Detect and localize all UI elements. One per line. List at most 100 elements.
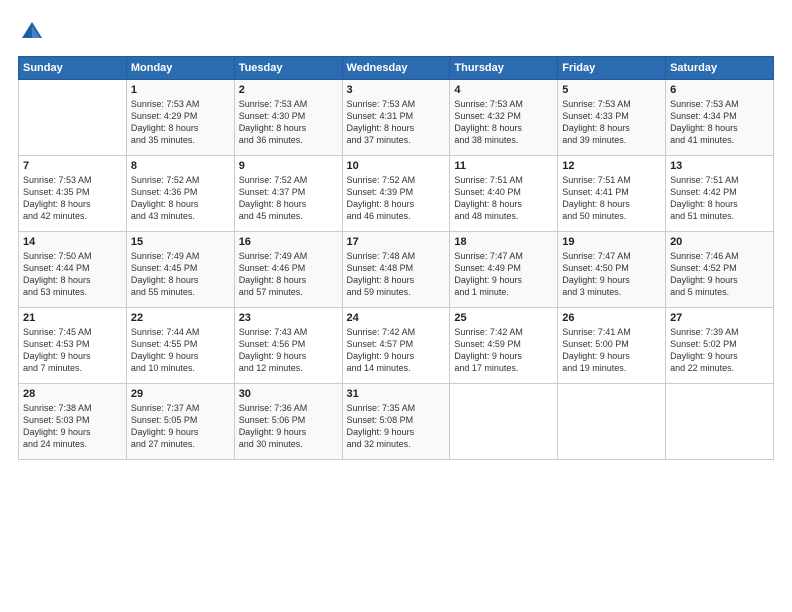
cell-details: Sunrise: 7:49 AM Sunset: 4:46 PM Dayligh… xyxy=(239,250,338,299)
cell-details: Sunrise: 7:52 AM Sunset: 4:36 PM Dayligh… xyxy=(131,174,230,223)
date-number: 24 xyxy=(347,312,446,324)
date-number: 26 xyxy=(562,312,661,324)
calendar-week-5: 28Sunrise: 7:38 AM Sunset: 5:03 PM Dayli… xyxy=(19,384,774,460)
cell-details: Sunrise: 7:42 AM Sunset: 4:57 PM Dayligh… xyxy=(347,326,446,375)
calendar-cell xyxy=(19,80,127,156)
cell-details: Sunrise: 7:38 AM Sunset: 5:03 PM Dayligh… xyxy=(23,402,122,451)
calendar-cell: 21 Sunrise: 7:45 AM Sunset: 4:53 PM Dayli… xyxy=(19,308,127,384)
weekday-saturday: Saturday xyxy=(666,57,774,80)
cell-details: Sunrise: 7:53 AM Sunset: 4:35 PM Dayligh… xyxy=(23,174,122,223)
date-number: 5 xyxy=(562,84,661,96)
date-number: 10 xyxy=(347,160,446,172)
date-number: 8 xyxy=(131,160,230,172)
cell-details: Sunrise: 7:47 AM Sunset: 4:50 PM Dayligh… xyxy=(562,250,661,299)
date-number: 22 xyxy=(131,312,230,324)
calendar-cell: 12 Sunrise: 7:51 AM Sunset: 4:41 PM Dayli… xyxy=(558,156,666,232)
cell-details: Sunrise: 7:53 AM Sunset: 4:30 PM Dayligh… xyxy=(239,98,338,147)
weekday-sunday: Sunday xyxy=(19,57,127,80)
calendar-week-3: 14 Sunrise: 7:50 AM Sunset: 4:44 PM Dayli… xyxy=(19,232,774,308)
logo xyxy=(18,18,50,46)
date-number: 2 xyxy=(239,84,338,96)
date-number: 12 xyxy=(562,160,661,172)
calendar-cell: 3Sunrise: 7:53 AM Sunset: 4:31 PM Daylig… xyxy=(342,80,450,156)
date-number: 27 xyxy=(670,312,769,324)
cell-details: Sunrise: 7:41 AM Sunset: 5:00 PM Dayligh… xyxy=(562,326,661,375)
calendar-cell: 27 Sunrise: 7:39 AM Sunset: 5:02 PM Dayli… xyxy=(666,308,774,384)
date-number: 18 xyxy=(454,236,553,248)
cell-details: Sunrise: 7:47 AM Sunset: 4:49 PM Dayligh… xyxy=(454,250,553,299)
calendar-cell: 15Sunrise: 7:49 AM Sunset: 4:45 PM Dayli… xyxy=(126,232,234,308)
calendar-cell: 9 Sunrise: 7:52 AM Sunset: 4:37 PM Daylig… xyxy=(234,156,342,232)
cell-details: Sunrise: 7:35 AM Sunset: 5:08 PM Dayligh… xyxy=(347,402,446,451)
date-number: 1 xyxy=(131,84,230,96)
date-number: 16 xyxy=(239,236,338,248)
cell-details: Sunrise: 7:52 AM Sunset: 4:39 PM Dayligh… xyxy=(347,174,446,223)
cell-details: Sunrise: 7:51 AM Sunset: 4:40 PM Dayligh… xyxy=(454,174,553,223)
calendar-cell: 26 Sunrise: 7:41 AM Sunset: 5:00 PM Dayli… xyxy=(558,308,666,384)
date-number: 31 xyxy=(347,388,446,400)
calendar-cell: 6 Sunrise: 7:53 AM Sunset: 4:34 PM Daylig… xyxy=(666,80,774,156)
calendar-cell: 25 Sunrise: 7:42 AM Sunset: 4:59 PM Dayli… xyxy=(450,308,558,384)
cell-details: Sunrise: 7:42 AM Sunset: 4:59 PM Dayligh… xyxy=(454,326,553,375)
calendar-cell: 2 Sunrise: 7:53 AM Sunset: 4:30 PM Daylig… xyxy=(234,80,342,156)
calendar-cell: 23 Sunrise: 7:43 AM Sunset: 4:56 PM Dayli… xyxy=(234,308,342,384)
cell-details: Sunrise: 7:43 AM Sunset: 4:56 PM Dayligh… xyxy=(239,326,338,375)
date-number: 21 xyxy=(23,312,122,324)
weekday-header-row: SundayMondayTuesdayWednesdayThursdayFrid… xyxy=(19,57,774,80)
calendar-cell xyxy=(666,384,774,460)
date-number: 13 xyxy=(670,160,769,172)
weekday-tuesday: Tuesday xyxy=(234,57,342,80)
calendar-cell: 30 Sunrise: 7:36 AM Sunset: 5:06 PM Dayli… xyxy=(234,384,342,460)
calendar-cell xyxy=(450,384,558,460)
calendar-cell: 7Sunrise: 7:53 AM Sunset: 4:35 PM Daylig… xyxy=(19,156,127,232)
cell-details: Sunrise: 7:39 AM Sunset: 5:02 PM Dayligh… xyxy=(670,326,769,375)
date-number: 14 xyxy=(23,236,122,248)
calendar-cell: 29 Sunrise: 7:37 AM Sunset: 5:05 PM Dayli… xyxy=(126,384,234,460)
date-number: 11 xyxy=(454,160,553,172)
calendar-cell: 11 Sunrise: 7:51 AM Sunset: 4:40 PM Dayli… xyxy=(450,156,558,232)
weekday-wednesday: Wednesday xyxy=(342,57,450,80)
cell-details: Sunrise: 7:37 AM Sunset: 5:05 PM Dayligh… xyxy=(131,402,230,451)
calendar-cell xyxy=(558,384,666,460)
cell-details: Sunrise: 7:53 AM Sunset: 4:29 PM Dayligh… xyxy=(131,98,230,147)
calendar-week-2: 7Sunrise: 7:53 AM Sunset: 4:35 PM Daylig… xyxy=(19,156,774,232)
logo-icon xyxy=(18,18,46,46)
page: SundayMondayTuesdayWednesdayThursdayFrid… xyxy=(0,0,792,612)
calendar-cell: 14 Sunrise: 7:50 AM Sunset: 4:44 PM Dayli… xyxy=(19,232,127,308)
cell-details: Sunrise: 7:36 AM Sunset: 5:06 PM Dayligh… xyxy=(239,402,338,451)
calendar-cell: 4 Sunrise: 7:53 AM Sunset: 4:32 PM Daylig… xyxy=(450,80,558,156)
date-number: 3 xyxy=(347,84,446,96)
calendar-cell: 24 Sunrise: 7:42 AM Sunset: 4:57 PM Dayli… xyxy=(342,308,450,384)
weekday-monday: Monday xyxy=(126,57,234,80)
cell-details: Sunrise: 7:53 AM Sunset: 4:34 PM Dayligh… xyxy=(670,98,769,147)
cell-details: Sunrise: 7:50 AM Sunset: 4:44 PM Dayligh… xyxy=(23,250,122,299)
calendar-cell: 10 Sunrise: 7:52 AM Sunset: 4:39 PM Dayli… xyxy=(342,156,450,232)
date-number: 4 xyxy=(454,84,553,96)
date-number: 25 xyxy=(454,312,553,324)
calendar-cell: 19 Sunrise: 7:47 AM Sunset: 4:50 PM Dayli… xyxy=(558,232,666,308)
weekday-thursday: Thursday xyxy=(450,57,558,80)
calendar-cell: 31 Sunrise: 7:35 AM Sunset: 5:08 PM Dayli… xyxy=(342,384,450,460)
calendar-cell: 5 Sunrise: 7:53 AM Sunset: 4:33 PM Daylig… xyxy=(558,80,666,156)
date-number: 20 xyxy=(670,236,769,248)
cell-details: Sunrise: 7:53 AM Sunset: 4:32 PM Dayligh… xyxy=(454,98,553,147)
cell-details: Sunrise: 7:52 AM Sunset: 4:37 PM Dayligh… xyxy=(239,174,338,223)
cell-details: Sunrise: 7:53 AM Sunset: 4:33 PM Dayligh… xyxy=(562,98,661,147)
cell-details: Sunrise: 7:51 AM Sunset: 4:41 PM Dayligh… xyxy=(562,174,661,223)
date-number: 6 xyxy=(670,84,769,96)
cell-details: Sunrise: 7:45 AM Sunset: 4:53 PM Dayligh… xyxy=(23,326,122,375)
header xyxy=(18,18,774,46)
date-number: 23 xyxy=(239,312,338,324)
cell-details: Sunrise: 7:49 AM Sunset: 4:45 PM Dayligh… xyxy=(131,250,230,299)
calendar-table: SundayMondayTuesdayWednesdayThursdayFrid… xyxy=(18,56,774,460)
calendar-cell: 20Sunrise: 7:46 AM Sunset: 4:52 PM Dayli… xyxy=(666,232,774,308)
calendar-cell: 8 Sunrise: 7:52 AM Sunset: 4:36 PM Daylig… xyxy=(126,156,234,232)
calendar-cell: 17Sunrise: 7:48 AM Sunset: 4:48 PM Dayli… xyxy=(342,232,450,308)
date-number: 19 xyxy=(562,236,661,248)
date-number: 29 xyxy=(131,388,230,400)
calendar-cell: 1 Sunrise: 7:53 AM Sunset: 4:29 PM Daylig… xyxy=(126,80,234,156)
date-number: 30 xyxy=(239,388,338,400)
cell-details: Sunrise: 7:51 AM Sunset: 4:42 PM Dayligh… xyxy=(670,174,769,223)
date-number: 9 xyxy=(239,160,338,172)
calendar-cell: 28Sunrise: 7:38 AM Sunset: 5:03 PM Dayli… xyxy=(19,384,127,460)
